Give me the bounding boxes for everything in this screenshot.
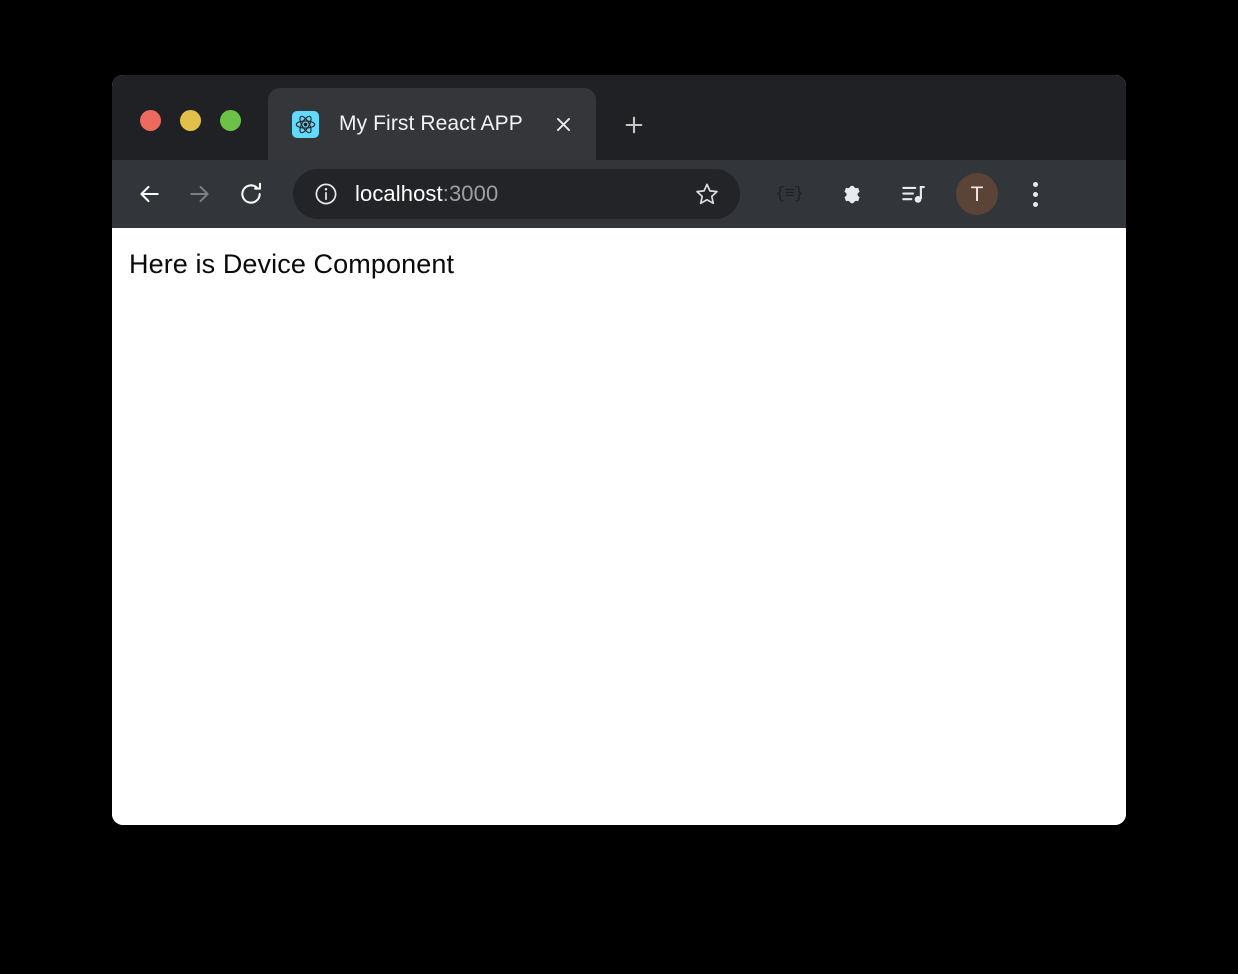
menu-dot — [1032, 201, 1038, 207]
window-maximize-button[interactable] — [220, 110, 241, 131]
browser-window: My First React APP localhost:3000 {≡} T … — [112, 75, 1126, 825]
window-controls — [140, 110, 241, 131]
url-port: :3000 — [442, 181, 499, 206]
page-heading: Here is Device Component — [129, 249, 455, 279]
json-braces-icon[interactable]: {≡} — [769, 174, 809, 214]
window-close-button[interactable] — [140, 110, 161, 131]
tab-strip: My First React APP — [112, 75, 1126, 160]
url-host: localhost — [355, 181, 443, 206]
browser-toolbar: localhost:3000 {≡} T — [112, 160, 1126, 228]
address-bar[interactable]: localhost:3000 — [293, 169, 740, 219]
react-logo-icon — [292, 110, 319, 138]
star-outline-icon[interactable] — [690, 177, 724, 211]
info-circle-icon[interactable] — [313, 181, 339, 207]
reload-icon[interactable] — [230, 173, 272, 215]
three-dots-vertical-icon[interactable] — [1016, 175, 1054, 213]
window-minimize-button[interactable] — [180, 110, 201, 131]
json-braces-glyph: {≡} — [775, 184, 804, 204]
menu-dot — [1032, 191, 1038, 197]
new-tab-button[interactable] — [617, 108, 651, 142]
avatar-initial: T — [970, 182, 984, 206]
address-bar-input[interactable]: localhost:3000 — [355, 181, 690, 207]
menu-dot — [1032, 181, 1038, 187]
playlist-music-icon[interactable] — [893, 174, 933, 214]
forward-arrow-icon — [179, 173, 221, 215]
avatar[interactable]: T — [956, 173, 998, 215]
back-arrow-icon[interactable] — [128, 173, 170, 215]
puzzle-piece-icon[interactable] — [831, 174, 871, 214]
page-viewport: Here is Device Component — [112, 228, 1126, 825]
close-icon[interactable] — [546, 107, 580, 141]
browser-tab-active[interactable]: My First React APP — [268, 88, 596, 160]
browser-tab-title: My First React APP — [339, 112, 523, 135]
